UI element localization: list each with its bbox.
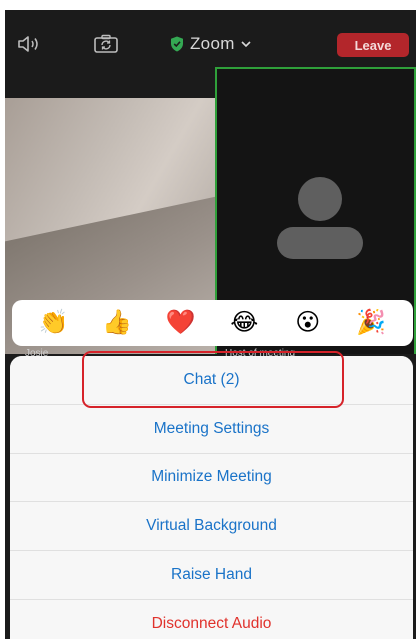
menu-item-chat[interactable]: Chat (2) (10, 356, 413, 405)
reactions-bar: 👏 👍 ❤️ 😂 😮 🎉 (12, 300, 413, 346)
shield-icon (171, 36, 183, 52)
more-menu-sheet: Chat (2) Meeting Settings Minimize Meeti… (10, 356, 413, 639)
camera-flip-icon[interactable] (93, 34, 119, 54)
reaction-clap[interactable]: 👏 (38, 307, 70, 339)
avatar-placeholder-icon (277, 177, 363, 259)
reaction-tears-of-joy[interactable]: 😂 (228, 307, 260, 339)
chevron-down-icon (241, 41, 251, 48)
menu-item-meeting-settings[interactable]: Meeting Settings (10, 404, 413, 454)
menu-item-raise-hand[interactable]: Raise Hand (10, 551, 413, 600)
menu-item-disconnect-audio[interactable]: Disconnect Audio (10, 599, 413, 639)
meeting-title-dropdown[interactable]: Zoom (170, 33, 251, 55)
meeting-title: Zoom (190, 34, 235, 53)
menu-item-minimize-meeting[interactable]: Minimize Meeting (10, 453, 413, 503)
reaction-heart[interactable]: ❤️ (165, 307, 197, 339)
reaction-surprised[interactable]: 😮 (292, 307, 324, 339)
reaction-party[interactable]: 🎉 (355, 307, 387, 339)
leave-button[interactable]: Leave (337, 33, 409, 57)
speaker-icon[interactable] (17, 34, 43, 54)
menu-item-virtual-background[interactable]: Virtual Background (10, 502, 413, 552)
reaction-thumbs-up[interactable]: 👍 (101, 307, 133, 339)
